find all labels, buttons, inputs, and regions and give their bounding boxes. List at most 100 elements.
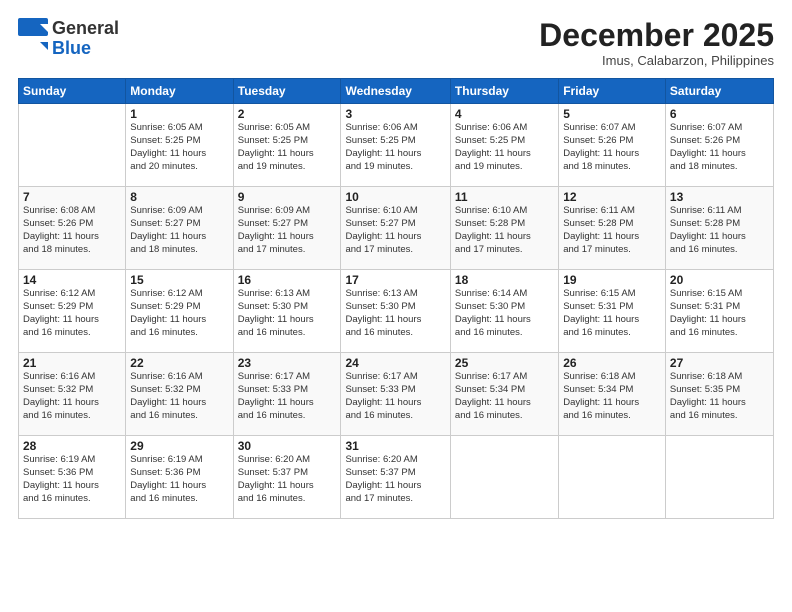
calendar-cell: 17Sunrise: 6:13 AMSunset: 5:30 PMDayligh… <box>341 270 450 353</box>
day-info: Sunrise: 6:19 AMSunset: 5:36 PMDaylight:… <box>130 454 228 505</box>
day-info: Sunrise: 6:06 AMSunset: 5:25 PMDaylight:… <box>345 122 445 173</box>
day-number: 6 <box>670 107 769 121</box>
calendar-cell: 23Sunrise: 6:17 AMSunset: 5:33 PMDayligh… <box>233 353 341 436</box>
day-info: Sunrise: 6:05 AMSunset: 5:25 PMDaylight:… <box>238 122 337 173</box>
calendar-cell <box>559 436 666 519</box>
day-info: Sunrise: 6:09 AMSunset: 5:27 PMDaylight:… <box>130 205 228 256</box>
day-info: Sunrise: 6:19 AMSunset: 5:36 PMDaylight:… <box>23 454 121 505</box>
calendar-cell: 13Sunrise: 6:11 AMSunset: 5:28 PMDayligh… <box>665 187 773 270</box>
day-number: 10 <box>345 190 445 204</box>
calendar-cell: 21Sunrise: 6:16 AMSunset: 5:32 PMDayligh… <box>19 353 126 436</box>
weekday-header-sunday: Sunday <box>19 79 126 104</box>
day-number: 5 <box>563 107 661 121</box>
day-number: 17 <box>345 273 445 287</box>
day-number: 22 <box>130 356 228 370</box>
calendar-cell: 2Sunrise: 6:05 AMSunset: 5:25 PMDaylight… <box>233 104 341 187</box>
weekday-header-friday: Friday <box>559 79 666 104</box>
calendar-cell: 27Sunrise: 6:18 AMSunset: 5:35 PMDayligh… <box>665 353 773 436</box>
weekday-header-wednesday: Wednesday <box>341 79 450 104</box>
day-number: 12 <box>563 190 661 204</box>
day-number: 14 <box>23 273 121 287</box>
day-number: 9 <box>238 190 337 204</box>
calendar-cell: 30Sunrise: 6:20 AMSunset: 5:37 PMDayligh… <box>233 436 341 519</box>
day-number: 28 <box>23 439 121 453</box>
location: Imus, Calabarzon, Philippines <box>539 53 774 68</box>
day-number: 26 <box>563 356 661 370</box>
day-info: Sunrise: 6:14 AMSunset: 5:30 PMDaylight:… <box>455 288 554 339</box>
calendar-cell: 10Sunrise: 6:10 AMSunset: 5:27 PMDayligh… <box>341 187 450 270</box>
day-number: 31 <box>345 439 445 453</box>
day-info: Sunrise: 6:17 AMSunset: 5:33 PMDaylight:… <box>238 371 337 422</box>
day-number: 13 <box>670 190 769 204</box>
day-info: Sunrise: 6:11 AMSunset: 5:28 PMDaylight:… <box>563 205 661 256</box>
weekday-header-thursday: Thursday <box>450 79 558 104</box>
day-info: Sunrise: 6:13 AMSunset: 5:30 PMDaylight:… <box>345 288 445 339</box>
day-info: Sunrise: 6:09 AMSunset: 5:27 PMDaylight:… <box>238 205 337 256</box>
calendar: SundayMondayTuesdayWednesdayThursdayFrid… <box>18 78 774 519</box>
day-info: Sunrise: 6:17 AMSunset: 5:33 PMDaylight:… <box>345 371 445 422</box>
calendar-cell: 24Sunrise: 6:17 AMSunset: 5:33 PMDayligh… <box>341 353 450 436</box>
calendar-cell: 8Sunrise: 6:09 AMSunset: 5:27 PMDaylight… <box>126 187 233 270</box>
calendar-cell: 26Sunrise: 6:18 AMSunset: 5:34 PMDayligh… <box>559 353 666 436</box>
day-info: Sunrise: 6:20 AMSunset: 5:37 PMDaylight:… <box>345 454 445 505</box>
calendar-cell: 20Sunrise: 6:15 AMSunset: 5:31 PMDayligh… <box>665 270 773 353</box>
title-block: December 2025 Imus, Calabarzon, Philippi… <box>539 18 774 68</box>
calendar-cell: 25Sunrise: 6:17 AMSunset: 5:34 PMDayligh… <box>450 353 558 436</box>
day-info: Sunrise: 6:12 AMSunset: 5:29 PMDaylight:… <box>130 288 228 339</box>
day-info: Sunrise: 6:11 AMSunset: 5:28 PMDaylight:… <box>670 205 769 256</box>
day-info: Sunrise: 6:06 AMSunset: 5:25 PMDaylight:… <box>455 122 554 173</box>
calendar-cell: 9Sunrise: 6:09 AMSunset: 5:27 PMDaylight… <box>233 187 341 270</box>
calendar-cell: 1Sunrise: 6:05 AMSunset: 5:25 PMDaylight… <box>126 104 233 187</box>
day-info: Sunrise: 6:16 AMSunset: 5:32 PMDaylight:… <box>23 371 121 422</box>
calendar-cell <box>19 104 126 187</box>
day-number: 24 <box>345 356 445 370</box>
day-number: 19 <box>563 273 661 287</box>
logo-icon <box>18 18 48 54</box>
logo-text: General Blue <box>52 19 119 59</box>
day-number: 7 <box>23 190 121 204</box>
day-number: 20 <box>670 273 769 287</box>
day-info: Sunrise: 6:13 AMSunset: 5:30 PMDaylight:… <box>238 288 337 339</box>
day-info: Sunrise: 6:16 AMSunset: 5:32 PMDaylight:… <box>130 371 228 422</box>
day-info: Sunrise: 6:15 AMSunset: 5:31 PMDaylight:… <box>670 288 769 339</box>
calendar-cell: 7Sunrise: 6:08 AMSunset: 5:26 PMDaylight… <box>19 187 126 270</box>
day-number: 25 <box>455 356 554 370</box>
calendar-cell <box>665 436 773 519</box>
calendar-cell: 12Sunrise: 6:11 AMSunset: 5:28 PMDayligh… <box>559 187 666 270</box>
day-number: 15 <box>130 273 228 287</box>
page: General Blue December 2025 Imus, Calabar… <box>0 0 792 612</box>
day-info: Sunrise: 6:10 AMSunset: 5:28 PMDaylight:… <box>455 205 554 256</box>
day-info: Sunrise: 6:10 AMSunset: 5:27 PMDaylight:… <box>345 205 445 256</box>
calendar-cell: 5Sunrise: 6:07 AMSunset: 5:26 PMDaylight… <box>559 104 666 187</box>
day-number: 18 <box>455 273 554 287</box>
calendar-cell: 6Sunrise: 6:07 AMSunset: 5:26 PMDaylight… <box>665 104 773 187</box>
day-info: Sunrise: 6:18 AMSunset: 5:34 PMDaylight:… <box>563 371 661 422</box>
calendar-cell: 4Sunrise: 6:06 AMSunset: 5:25 PMDaylight… <box>450 104 558 187</box>
day-info: Sunrise: 6:07 AMSunset: 5:26 PMDaylight:… <box>670 122 769 173</box>
day-number: 4 <box>455 107 554 121</box>
day-number: 1 <box>130 107 228 121</box>
calendar-cell: 31Sunrise: 6:20 AMSunset: 5:37 PMDayligh… <box>341 436 450 519</box>
calendar-cell: 3Sunrise: 6:06 AMSunset: 5:25 PMDaylight… <box>341 104 450 187</box>
header: General Blue December 2025 Imus, Calabar… <box>18 18 774 68</box>
day-number: 8 <box>130 190 228 204</box>
calendar-cell: 15Sunrise: 6:12 AMSunset: 5:29 PMDayligh… <box>126 270 233 353</box>
day-info: Sunrise: 6:20 AMSunset: 5:37 PMDaylight:… <box>238 454 337 505</box>
calendar-cell: 16Sunrise: 6:13 AMSunset: 5:30 PMDayligh… <box>233 270 341 353</box>
calendar-cell: 28Sunrise: 6:19 AMSunset: 5:36 PMDayligh… <box>19 436 126 519</box>
day-number: 11 <box>455 190 554 204</box>
day-number: 23 <box>238 356 337 370</box>
calendar-cell: 18Sunrise: 6:14 AMSunset: 5:30 PMDayligh… <box>450 270 558 353</box>
calendar-cell: 29Sunrise: 6:19 AMSunset: 5:36 PMDayligh… <box>126 436 233 519</box>
day-number: 2 <box>238 107 337 121</box>
day-info: Sunrise: 6:18 AMSunset: 5:35 PMDaylight:… <box>670 371 769 422</box>
day-info: Sunrise: 6:08 AMSunset: 5:26 PMDaylight:… <box>23 205 121 256</box>
day-info: Sunrise: 6:17 AMSunset: 5:34 PMDaylight:… <box>455 371 554 422</box>
day-number: 3 <box>345 107 445 121</box>
day-info: Sunrise: 6:07 AMSunset: 5:26 PMDaylight:… <box>563 122 661 173</box>
calendar-cell: 11Sunrise: 6:10 AMSunset: 5:28 PMDayligh… <box>450 187 558 270</box>
weekday-header-monday: Monday <box>126 79 233 104</box>
day-info: Sunrise: 6:15 AMSunset: 5:31 PMDaylight:… <box>563 288 661 339</box>
calendar-cell: 22Sunrise: 6:16 AMSunset: 5:32 PMDayligh… <box>126 353 233 436</box>
day-info: Sunrise: 6:05 AMSunset: 5:25 PMDaylight:… <box>130 122 228 173</box>
